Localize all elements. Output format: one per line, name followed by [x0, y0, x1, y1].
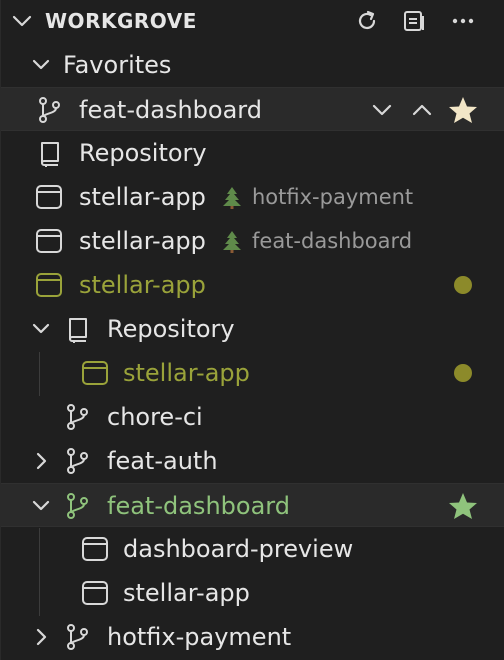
move-down-icon[interactable]	[371, 101, 393, 119]
favorites-label: Favorites	[63, 51, 172, 79]
git-branch-icon	[39, 97, 60, 123]
window-icon	[36, 229, 62, 253]
repository-label: Repository	[79, 139, 207, 167]
repository-child-worktree[interactable]: stellar-app	[1, 351, 504, 395]
repository-icon	[41, 142, 59, 167]
favorite-item-worktree-feat-dashboard[interactable]: stellar-app feat-dashboard	[1, 219, 504, 263]
branch-child-worktree-preview[interactable]: dashboard-preview	[1, 527, 504, 571]
window-icon	[82, 361, 108, 385]
worktree-label: stellar-app	[79, 271, 206, 299]
chevron-down-icon[interactable]	[11, 11, 33, 31]
favorites-group[interactable]: Favorites	[1, 43, 504, 87]
more-actions-icon[interactable]	[449, 8, 477, 34]
branch-child-worktree-stellar[interactable]: stellar-app	[1, 571, 504, 615]
window-icon	[36, 185, 62, 209]
move-up-icon[interactable]	[411, 101, 433, 119]
branch-item-chore-ci[interactable]: chore-ci	[1, 395, 504, 439]
refresh-icon[interactable]	[354, 8, 380, 34]
worktree-label: stellar-app	[123, 359, 250, 387]
chevron-down-icon[interactable]	[31, 496, 51, 516]
tree-icon	[223, 187, 241, 209]
star-filled-icon[interactable]	[448, 96, 478, 124]
worktree-label: stellar-app	[79, 227, 206, 255]
window-icon	[82, 537, 108, 561]
branch-label: feat-dashboard	[79, 96, 262, 124]
section-header[interactable]: WORKGROVE	[1, 0, 504, 42]
branch-label: feat-dashboard	[107, 492, 290, 520]
section-title: WORKGROVE	[45, 9, 197, 33]
star-filled-icon[interactable]	[448, 492, 478, 520]
chevron-right-icon[interactable]	[31, 451, 51, 471]
repository-group[interactable]: Repository	[1, 307, 504, 351]
worktree-branch: hotfix-payment	[252, 185, 414, 209]
repository-label: Repository	[107, 315, 235, 343]
favorite-item-worktree-hotfix-payment[interactable]: stellar-app hotfix-payment	[1, 175, 504, 219]
modified-indicator	[454, 364, 472, 382]
git-branch-icon	[67, 448, 88, 474]
favorite-item-worktree-modified[interactable]: stellar-app	[1, 263, 504, 307]
branch-label: hotfix-payment	[107, 623, 292, 651]
favorite-item-feat-dashboard[interactable]: feat-dashboard	[1, 87, 504, 131]
branch-item-feat-auth[interactable]: feat-auth	[1, 439, 504, 483]
worktree-label: stellar-app	[79, 183, 206, 211]
workgrove-panel: WORKGROVE Favorites feat-dashboard Repos…	[0, 0, 504, 660]
branch-item-hotfix-payment[interactable]: hotfix-payment	[1, 615, 504, 659]
git-branch-icon	[67, 624, 88, 650]
chevron-right-icon[interactable]	[31, 627, 51, 647]
favorite-item-repository[interactable]: Repository	[1, 131, 504, 175]
modified-indicator	[454, 276, 472, 294]
chevron-down-icon[interactable]	[31, 319, 51, 339]
window-icon	[36, 273, 62, 297]
worktree-label: dashboard-preview	[123, 535, 354, 563]
repository-icon	[69, 318, 87, 343]
tree-icon	[223, 231, 241, 253]
branch-label: chore-ci	[107, 403, 203, 431]
collapse-all-icon[interactable]	[401, 8, 427, 34]
git-branch-icon	[67, 404, 88, 430]
chevron-down-icon[interactable]	[31, 55, 51, 75]
branch-label: feat-auth	[107, 447, 218, 475]
window-icon	[82, 581, 108, 605]
git-branch-icon	[67, 493, 88, 519]
worktree-label: stellar-app	[123, 579, 250, 607]
branch-item-feat-dashboard[interactable]: feat-dashboard	[1, 483, 504, 527]
worktree-branch: feat-dashboard	[252, 229, 413, 253]
